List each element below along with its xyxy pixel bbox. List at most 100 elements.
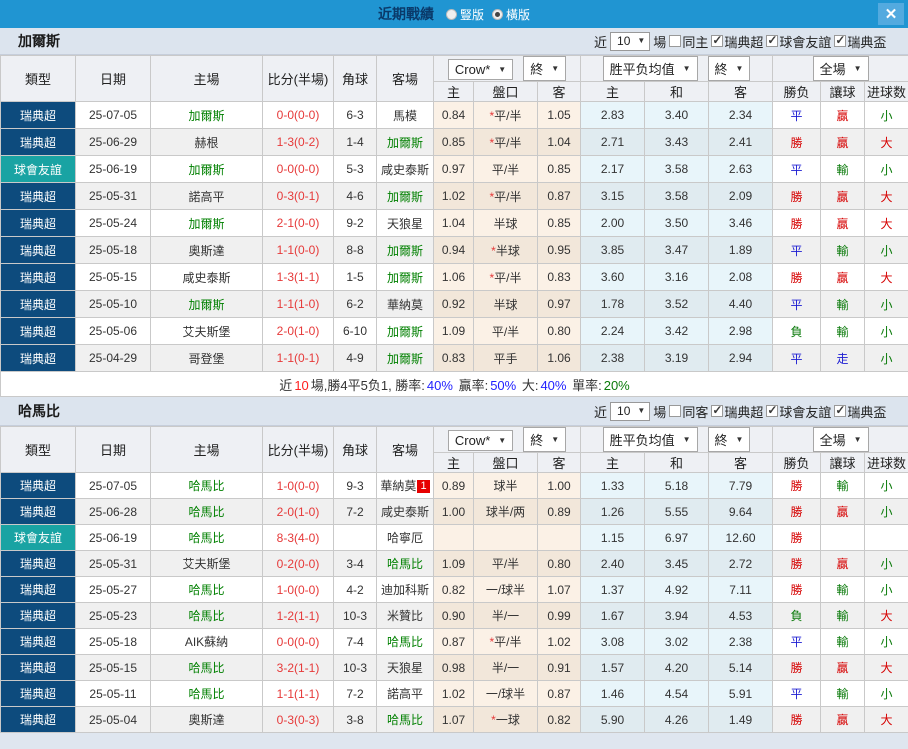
scope-select[interactable]: 全場 ▼ <box>812 427 869 452</box>
cell-odds-line: *平/半 <box>473 182 538 210</box>
final-avg-select[interactable]: 終 ▼ <box>707 56 751 81</box>
cell-league: 瑞典超 <box>0 344 76 372</box>
cell-avg-home: 2.40 <box>580 550 646 577</box>
league-checkbox-super[interactable]: 瑞典超 <box>711 402 763 421</box>
match-row: 瑞典超 25-05-18 奧斯達 1-1(0-0) 8-8 加爾斯 0.94 *半球 0.95 3… <box>0 236 908 264</box>
league-checkbox-cup[interactable]: 瑞典盃 <box>834 32 886 51</box>
same-away-label: 同客 <box>682 404 709 420</box>
cell-home-team: 哈馬比 <box>150 576 263 603</box>
summary-segment: 10 <box>294 377 309 393</box>
scope-select[interactable]: 全場 ▼ <box>812 56 869 81</box>
matches-table: 類型 日期 主場 比分(半場) 角球 客場 Crow* ▼ 終 ▼ 胜平负均值 ▼ 終 ▼ … <box>0 55 908 397</box>
cell-away-team: 華納莫 <box>376 290 434 318</box>
cell-odds-away: 0.82 <box>536 706 582 733</box>
final-avg-select[interactable]: 終 ▼ <box>707 427 751 452</box>
match-row: 瑞典超 25-07-05 哈馬比 1-0(0-0) 9-3 華納莫 1 0.89 球半 1.00 1… <box>0 472 908 499</box>
cell-away-team: 咸史泰斯 <box>376 498 434 525</box>
league-checkbox-cup[interactable]: 瑞典盃 <box>834 402 886 421</box>
cell-away-team: 加爾斯 <box>376 263 434 291</box>
odds-source-select[interactable]: Crow* ▼ <box>447 59 514 80</box>
cell-home-team: 哥登堡 <box>150 344 263 372</box>
scope-group-header: 全場 ▼ <box>772 426 908 453</box>
cell-odds-line: 一/球半 <box>473 576 538 603</box>
match-row: 球會友誼 25-06-19 哈馬比 8-3(4-0) 哈寧厄 1.15 6.97 12.60 勝 <box>0 524 908 551</box>
col-away: 客場 <box>376 426 434 473</box>
cell-odds-away: 0.85 <box>536 209 582 237</box>
match-row: 瑞典超 25-05-18 AIK蘇納 0-0(0-0) 7-4 哈馬比 0.87 *平/半 1.… <box>0 628 908 655</box>
final-odds-select[interactable]: 終 ▼ <box>523 56 567 81</box>
cell-corners: 9-2 <box>333 209 377 237</box>
radio-vertical-layout[interactable]: 豎版 <box>445 6 484 23</box>
cell-avg-draw: 5.55 <box>644 498 710 525</box>
cell-result-goals: 小 <box>864 317 908 345</box>
unit-label: 場 <box>653 404 667 420</box>
avg-select[interactable]: 胜平负均值 ▼ <box>602 427 698 452</box>
red-card-badge: 1 <box>417 480 430 493</box>
cell-result-goals: 大 <box>864 706 908 733</box>
cell-result-wdl: 勝 <box>772 654 822 681</box>
cell-home-team: 哈馬比 <box>150 680 263 707</box>
cell-result-handicap: 贏 <box>820 209 866 237</box>
checkbox-icon <box>669 35 682 47</box>
same-away-checkbox[interactable]: 同客 <box>669 402 708 421</box>
cell-corners: 1-4 <box>333 128 377 156</box>
cell-corners: 8-8 <box>333 236 377 264</box>
cell-odds-home: 0.85 <box>433 128 474 156</box>
cell-result-handicap: 贏 <box>820 101 866 129</box>
cell-odds-line: 平/半 <box>473 317 538 345</box>
cell-league: 瑞典超 <box>0 101 76 129</box>
avg-value: 胜平负均值 <box>609 433 675 448</box>
cell-result-goals: 小 <box>864 472 908 499</box>
cell-avg-home: 2.38 <box>580 344 646 372</box>
cell-odds-away: 0.83 <box>536 263 582 291</box>
cell-odds-away: 0.91 <box>536 654 582 681</box>
cell-avg-away: 2.94 <box>708 344 774 372</box>
match-row: 瑞典超 25-05-06 艾夫斯堡 2-0(1-0) 6-10 加爾斯 1.09 平/半 0.8… <box>0 317 908 345</box>
filter-controls: 近 10 ▼ 場 同主 瑞典超 球會友誼 瑞典盃 <box>594 31 889 51</box>
cell-corners: 7-4 <box>333 628 377 655</box>
cell-date: 25-05-27 <box>75 576 151 603</box>
cell-avg-away: 2.08 <box>708 263 774 291</box>
odds-source-value: Crow* <box>454 62 491 77</box>
league-label: 瑞典超 <box>724 34 764 50</box>
col-avg-away: 客 <box>708 81 774 102</box>
cell-result-wdl: 勝 <box>772 182 822 210</box>
match-count-select[interactable]: 10 ▼ <box>610 401 651 421</box>
col-league: 類型 <box>0 426 76 473</box>
radio-horizontal-layout[interactable]: 橫版 <box>492 6 530 23</box>
cell-league: 瑞典超 <box>0 128 76 156</box>
cell-odds-line: 半球 <box>473 290 538 318</box>
cell-score: 1-2(1-1) <box>262 602 334 629</box>
league-checkbox-friendly[interactable]: 球會友誼 <box>766 32 831 51</box>
odds-source-value: Crow* <box>454 433 491 448</box>
cell-away-team: 迪加科斯 <box>376 576 434 603</box>
cell-home-team: 加爾斯 <box>150 290 263 318</box>
cell-avg-home: 1.67 <box>580 602 646 629</box>
cell-avg-away: 2.72 <box>708 550 774 577</box>
cell-odds-home: 0.89 <box>433 472 474 499</box>
close-icon[interactable]: ✕ <box>878 3 904 25</box>
avg-group-header: 胜平负均值 ▼ 終 ▼ <box>580 426 774 453</box>
cell-odds-line: *一球 <box>473 706 538 733</box>
match-count-select[interactable]: 10 ▼ <box>610 31 651 51</box>
cell-avg-home: 3.15 <box>580 182 646 210</box>
final-odds-select[interactable]: 終 ▼ <box>523 427 567 452</box>
cell-result-handicap: 輸 <box>820 602 866 629</box>
cell-date: 25-05-06 <box>75 317 151 345</box>
league-checkbox-friendly[interactable]: 球會友誼 <box>766 402 831 421</box>
league-checkbox-super[interactable]: 瑞典超 <box>711 32 763 51</box>
avg-select[interactable]: 胜平负均值 ▼ <box>602 56 698 81</box>
cell-result-wdl: 平 <box>772 344 822 372</box>
cell-odds-home: 0.97 <box>433 155 474 183</box>
col-odds-home: 主 <box>433 81 474 102</box>
cell-odds-away: 0.87 <box>536 680 582 707</box>
col-result-goals: 进球数 <box>864 81 908 102</box>
odds-source-select[interactable]: Crow* ▼ <box>447 430 514 451</box>
checkbox-icon <box>711 403 724 417</box>
cell-odds-line: *平/半 <box>473 128 538 156</box>
radio-vertical-label: 豎版 <box>459 7 484 22</box>
cell-result-handicap: 輸 <box>820 576 866 603</box>
same-home-checkbox[interactable]: 同主 <box>669 32 708 51</box>
final-avg-value: 終 <box>714 433 728 448</box>
cell-result-wdl: 平 <box>772 680 822 707</box>
